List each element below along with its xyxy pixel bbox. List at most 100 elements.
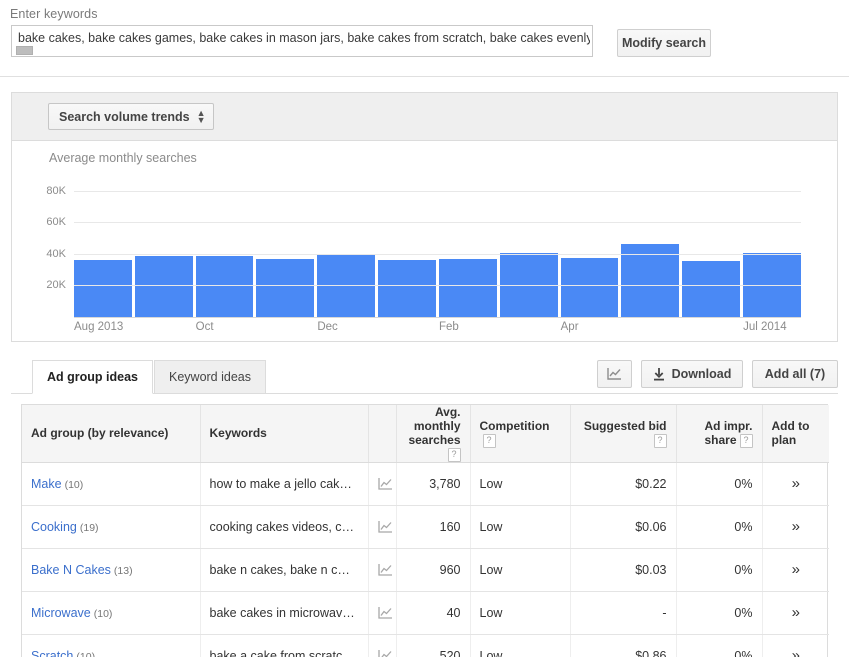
keywords-text: bake n cakes, bake n c… xyxy=(209,562,350,577)
bar[interactable] xyxy=(378,260,436,317)
cell-ad-group: Bake N Cakes (13) xyxy=(22,548,201,592)
cell-avg-monthly-searches: 160 xyxy=(396,505,471,549)
help-icon-ad-impr-share[interactable]: ? xyxy=(739,433,753,448)
cell-suggested-bid: $0.03 xyxy=(570,548,677,592)
ad-group-link[interactable]: Microwave xyxy=(31,606,91,620)
enter-keywords-label: Enter keywords xyxy=(10,7,98,21)
line-chart-icon[interactable] xyxy=(377,477,393,491)
cell-ad-impr-share: 0% xyxy=(676,462,763,506)
line-chart-icon[interactable] xyxy=(377,563,393,577)
add-all-button[interactable]: Add all (7) xyxy=(752,360,838,388)
keyword-planner-page: Enter keywords bake cakes, bake cakes ga… xyxy=(0,0,849,657)
x-axis-tick-label: Feb xyxy=(438,321,459,333)
gridline: 40K xyxy=(46,248,801,260)
x-axis-tick-label xyxy=(135,317,193,339)
cell-trend xyxy=(368,591,397,635)
keywords-input[interactable]: bake cakes, bake cakes games, bake cakes… xyxy=(11,25,593,57)
line-chart-icon-button[interactable] xyxy=(597,360,632,388)
bar[interactable] xyxy=(438,259,497,317)
ad-group-link[interactable]: Scratch xyxy=(31,649,73,657)
cell-avg-monthly-searches: 3,780 xyxy=(396,462,471,506)
modify-search-button[interactable]: Modify search xyxy=(617,29,711,57)
keywords-text: bake cakes in microwav… xyxy=(209,605,355,620)
x-axis-tick-label xyxy=(378,317,436,339)
add-to-plan-button[interactable]: » xyxy=(762,591,829,635)
cell-competition: Low xyxy=(470,462,571,506)
tab-ad-group-ideas[interactable]: Ad group ideas xyxy=(32,360,153,394)
ad-group-count: (10) xyxy=(76,650,96,657)
help-icon-avg-monthly-searches[interactable]: ? xyxy=(447,447,461,462)
tab-keyword-ideas[interactable]: Keyword ideas xyxy=(154,360,266,394)
column-header-ad-group[interactable]: Ad group (by relevance) xyxy=(22,405,201,463)
add-to-plan-button[interactable]: » xyxy=(762,462,829,506)
cell-ad-group: Make (10) xyxy=(22,462,201,506)
cell-avg-monthly-searches: 960 xyxy=(396,548,471,592)
ideas-tabs-row: Ad group ideas Keyword ideas Download Ad… xyxy=(11,360,838,394)
ad-group-link[interactable]: Bake N Cakes xyxy=(31,563,111,577)
column-header-keywords[interactable]: Keywords xyxy=(200,405,369,463)
ad-group-ideas-table: Ad group (by relevance) Keywords Avg. mo… xyxy=(21,404,829,657)
bar[interactable] xyxy=(195,256,254,317)
cell-suggested-bid: $0.86 xyxy=(570,634,677,657)
ad-group-count: (19) xyxy=(79,521,99,534)
add-to-plan-button[interactable]: » xyxy=(762,634,829,657)
cell-ad-impr-share: 0% xyxy=(676,591,763,635)
table-body: Make (10) how to make a jello cak… 3,780 Low… xyxy=(22,462,829,657)
column-header-competition[interactable]: Competition? xyxy=(470,405,571,463)
bar[interactable] xyxy=(560,257,619,317)
bar[interactable] xyxy=(74,260,132,317)
cell-trend xyxy=(368,462,397,506)
cell-ad-impr-share: 0% xyxy=(676,505,763,549)
cell-suggested-bid: $0.22 xyxy=(570,462,677,506)
column-header-avg-monthly-searches[interactable]: Avg. monthly searches? xyxy=(396,405,471,463)
x-axis-tick-label: Oct xyxy=(195,321,214,333)
bar[interactable] xyxy=(621,244,680,317)
cell-competition: Low xyxy=(470,548,571,592)
bar[interactable] xyxy=(256,259,315,317)
cell-trend xyxy=(368,548,397,592)
bar-series xyxy=(74,175,801,317)
cell-competition: Low xyxy=(470,591,571,635)
column-header-ad-impr-share[interactable]: Ad impr. share? xyxy=(676,405,763,463)
cell-keywords: cooking cakes videos, c… xyxy=(200,505,369,549)
download-button[interactable]: Download xyxy=(641,360,743,388)
ad-group-link[interactable]: Make xyxy=(31,477,62,491)
column-header-add-to-plan: Add to plan xyxy=(762,405,829,463)
line-chart-icon[interactable] xyxy=(377,606,393,620)
x-axis-tick-label xyxy=(256,317,314,339)
cell-competition: Low xyxy=(470,505,571,549)
x-axis-labels: Aug 2013 Oct Dec Feb Apr Jul 2014 xyxy=(74,317,801,339)
ad-group-link[interactable]: Cooking xyxy=(31,520,77,534)
table-row: Bake N Cakes (13) bake n cakes, bake n c… 9… xyxy=(22,548,829,592)
chart-panel-header: Search volume trends ▲ ▼ xyxy=(12,93,837,141)
cell-ad-group: Scratch (10) xyxy=(22,634,201,657)
gridline: 60K xyxy=(46,216,801,228)
x-axis-tick-label: Jul 2014 xyxy=(743,321,787,333)
keywords-resize-handle[interactable] xyxy=(16,46,33,55)
search-volume-trends-label: Search volume trends xyxy=(59,109,190,124)
help-icon-competition[interactable]: ? xyxy=(482,433,496,448)
cell-competition: Low xyxy=(470,634,571,657)
bar[interactable] xyxy=(134,256,193,317)
add-to-plan-button[interactable]: » xyxy=(762,505,829,549)
y-axis-tick-label: 20K xyxy=(46,279,66,292)
line-chart-icon[interactable] xyxy=(377,520,393,534)
help-icon-suggested-bid[interactable]: ? xyxy=(653,433,667,448)
table-header-row: Ad group (by relevance) Keywords Avg. mo… xyxy=(22,405,829,463)
download-icon xyxy=(653,367,664,380)
cell-trend xyxy=(368,634,397,657)
table-row: Make (10) how to make a jello cak… 3,780 Low… xyxy=(22,462,829,506)
add-to-plan-button[interactable]: » xyxy=(762,548,829,592)
ad-group-count: (13) xyxy=(113,564,133,577)
ad-group-count: (10) xyxy=(64,478,84,491)
keywords-text: cooking cakes videos, c… xyxy=(209,519,355,534)
cell-keywords: bake a cake from scratc… xyxy=(200,634,369,657)
search-volume-trends-select[interactable]: Search volume trends ▲ ▼ xyxy=(48,103,214,130)
x-axis-tick-label: Apr xyxy=(560,321,579,333)
line-chart-icon[interactable] xyxy=(377,649,393,657)
chart-axis-title: Average monthly searches xyxy=(49,151,197,165)
column-header-suggested-bid[interactable]: Suggested bid? xyxy=(570,405,677,463)
bar[interactable] xyxy=(682,261,741,317)
bar-chart-plot: 20K 40K 60K 80K xyxy=(46,175,801,318)
cell-trend xyxy=(368,505,397,549)
